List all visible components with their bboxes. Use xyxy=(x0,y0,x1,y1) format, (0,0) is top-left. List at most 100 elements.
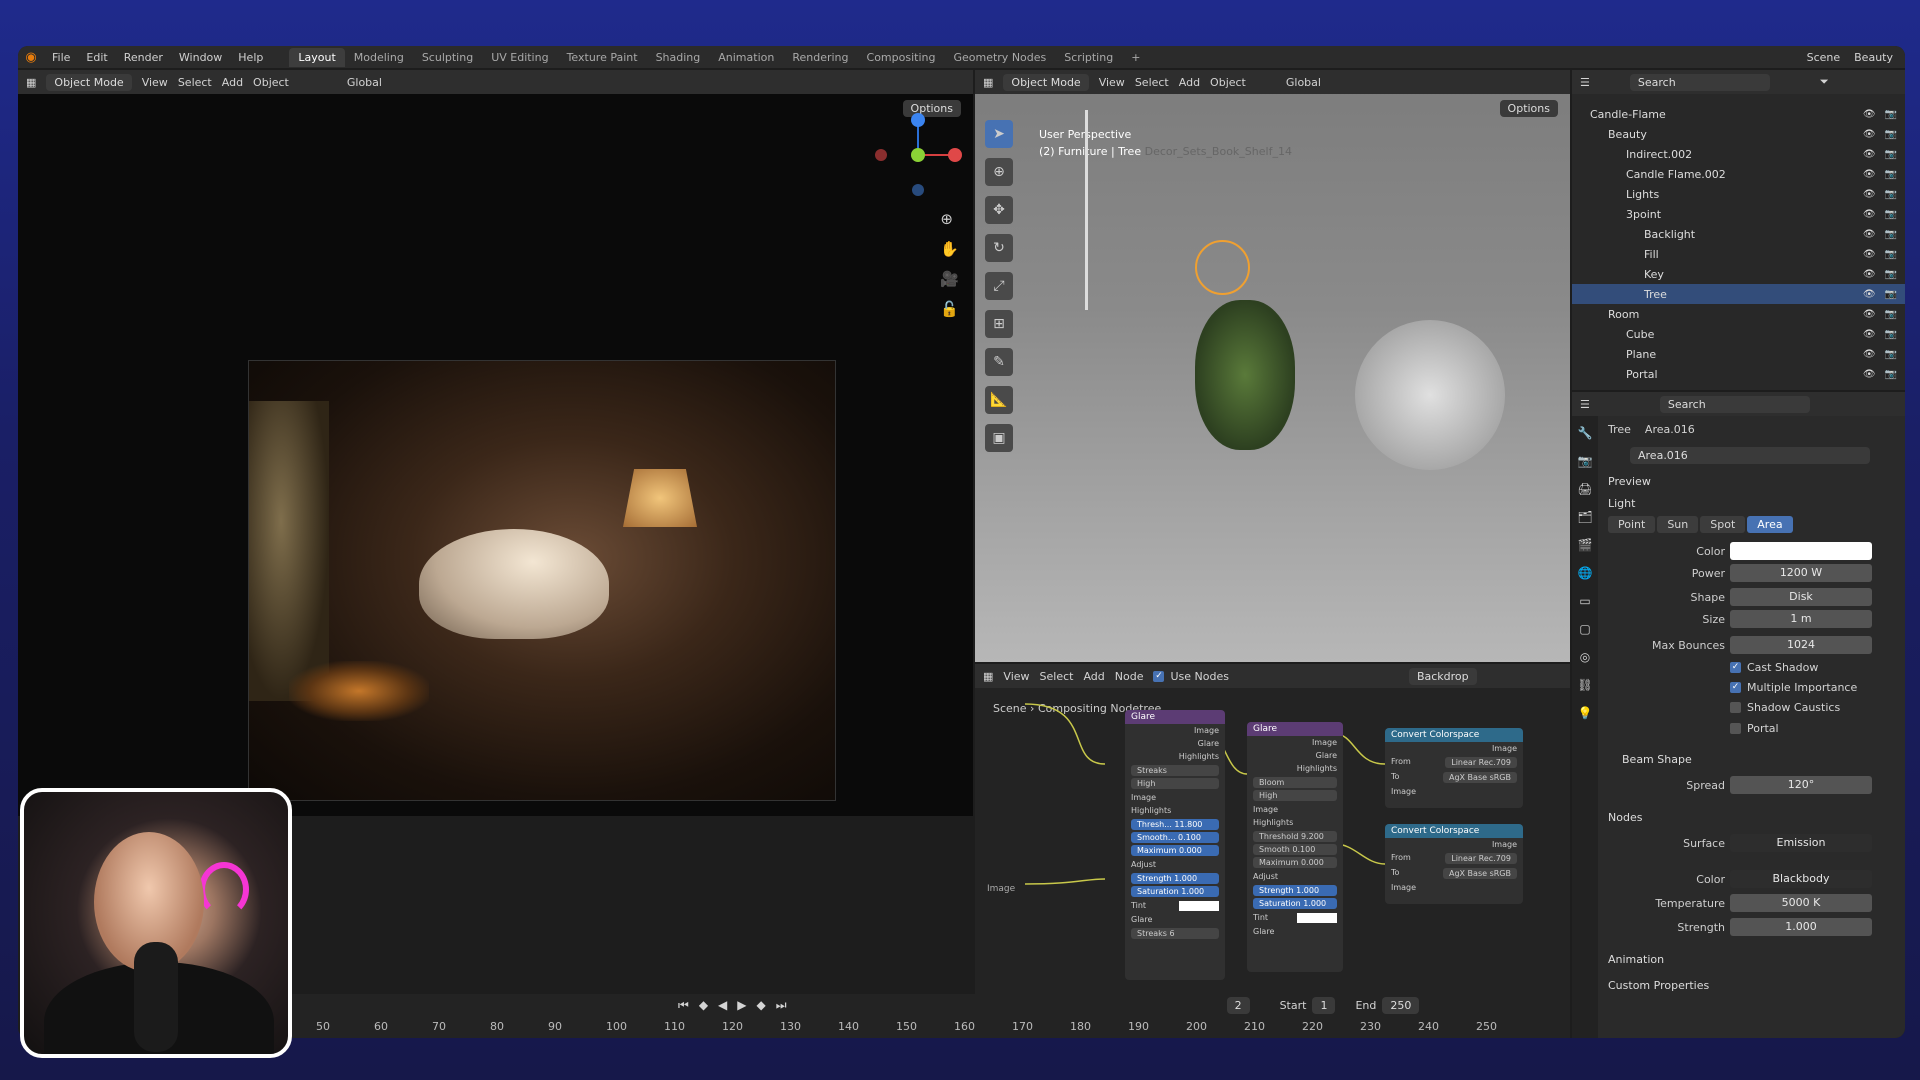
scale-tool-icon[interactable]: ⤢ xyxy=(985,272,1013,300)
outliner-row[interactable]: 3point 👁 📷 xyxy=(1572,204,1905,224)
to-dropdown[interactable]: AgX Base sRGB xyxy=(1442,868,1517,879)
orientation-dropdown[interactable]: Global xyxy=(1286,76,1321,89)
view-layer-tab-icon[interactable]: 🗂 xyxy=(1577,510,1592,524)
multiple-importance-checkbox[interactable]: ✓ xyxy=(1730,681,1741,693)
collection-tab-icon[interactable]: ▭ xyxy=(1579,594,1590,608)
highlights-section[interactable]: Highlights xyxy=(1131,806,1171,815)
render-viewport[interactable]: ▦ Object Mode View Select Add Object Glo… xyxy=(18,70,973,816)
light-type-area[interactable]: Area xyxy=(1747,516,1793,533)
physics-tab-icon[interactable]: ◎ xyxy=(1580,650,1590,664)
options-button[interactable]: Options xyxy=(1499,100,1558,117)
editor-type-icon[interactable]: ▦ xyxy=(26,76,36,89)
maximum-field[interactable]: Maximum 0.000 xyxy=(1131,845,1219,856)
visibility-icon[interactable]: 👁 xyxy=(1863,109,1876,120)
outliner-row[interactable]: Portal 👁 📷 xyxy=(1572,364,1905,384)
visibility-icon[interactable]: 👁 xyxy=(1863,289,1876,300)
visibility-icon[interactable]: 👁 xyxy=(1863,169,1876,180)
glare-node-streaks[interactable]: Glare Image Glare Highlights Streaks Hig… xyxy=(1125,710,1225,980)
mode-dropdown[interactable]: Object Mode xyxy=(46,73,132,91)
smooth-field[interactable]: Smooth 0.100 xyxy=(1253,844,1337,855)
mode-dropdown[interactable]: Object Mode xyxy=(1003,73,1089,91)
properties-editor[interactable]: ☰ Search 🔧 📷 🖨 🗂 🎬 🌐 ▭ ▢ ◎ ⛓ 💡 Tree Area.… xyxy=(1572,392,1905,1038)
current-frame-field[interactable]: 2 xyxy=(1226,996,1250,1014)
socket-image-in[interactable]: Image xyxy=(1253,805,1278,814)
tab-shading[interactable]: Shading xyxy=(647,48,710,67)
light-type-sun[interactable]: Sun xyxy=(1657,516,1699,533)
outliner-row[interactable]: Indirect.002 👁 📷 xyxy=(1572,144,1905,164)
tab-geometry-nodes[interactable]: Geometry Nodes xyxy=(944,48,1055,67)
add-workspace-icon[interactable]: + xyxy=(1122,48,1149,67)
menu-object[interactable]: Object xyxy=(253,76,289,89)
render-camera-icon[interactable]: 📷 xyxy=(1885,189,1897,200)
rotate-tool-icon[interactable]: ↻ xyxy=(985,234,1013,262)
glare-section[interactable]: Glare xyxy=(1131,915,1152,924)
socket-image-out[interactable]: Image xyxy=(1492,744,1517,753)
view-layer-selector[interactable]: Beauty xyxy=(1854,51,1893,64)
menu-window[interactable]: Window xyxy=(171,51,230,64)
world-tab-icon[interactable]: 🌐 xyxy=(1578,566,1593,580)
visibility-icon[interactable]: 👁 xyxy=(1863,249,1876,260)
threshold-field[interactable]: Threshold 9.200 xyxy=(1253,831,1337,842)
glare-section[interactable]: Glare xyxy=(1253,927,1274,936)
render-camera-icon[interactable]: 📷 xyxy=(1885,289,1897,300)
jump-end-icon[interactable]: ⏭ xyxy=(776,998,787,1013)
render-camera-icon[interactable]: 📷 xyxy=(1885,149,1897,160)
render-camera-icon[interactable]: 📷 xyxy=(1885,209,1897,220)
from-dropdown[interactable]: Linear Rec.709 xyxy=(1445,757,1517,768)
visibility-icon[interactable]: 👁 xyxy=(1863,349,1876,360)
quality-dropdown[interactable]: High xyxy=(1253,790,1337,801)
node-color-input[interactable]: Blackbody xyxy=(1730,870,1872,888)
socket-glare-out[interactable]: Glare xyxy=(1316,751,1337,760)
render-tab-icon[interactable]: 📷 xyxy=(1578,454,1593,468)
filter-icon[interactable]: ⏷ xyxy=(1820,75,1829,89)
render-camera-icon[interactable]: 📷 xyxy=(1885,349,1897,360)
orientation-dropdown[interactable]: Global xyxy=(347,76,382,89)
play-icon[interactable]: ▶ xyxy=(737,998,746,1013)
custom-properties-panel-header[interactable]: Custom Properties xyxy=(1608,979,1709,992)
output-tab-icon[interactable]: 🖨 xyxy=(1577,482,1592,496)
outliner-row[interactable]: Cube 👁 📷 xyxy=(1572,324,1905,344)
socket-glare-out[interactable]: Glare xyxy=(1198,739,1219,748)
outliner-row[interactable]: Fill 👁 📷 xyxy=(1572,244,1905,264)
next-keyframe-icon[interactable]: ◆ xyxy=(757,998,766,1013)
socket-highlights-out[interactable]: Highlights xyxy=(1179,752,1219,761)
jump-start-icon[interactable]: ⏮ xyxy=(678,998,689,1013)
visibility-icon[interactable]: 👁 xyxy=(1863,369,1876,380)
adjust-section[interactable]: Adjust xyxy=(1253,872,1278,881)
tab-layout[interactable]: Layout xyxy=(289,47,345,67)
smooth-field[interactable]: Smooth... 0.100 xyxy=(1131,832,1219,843)
light-datablock-field[interactable]: Area.016 xyxy=(1630,446,1870,464)
lock-icon[interactable]: 🔓 xyxy=(940,300,959,318)
cursor-tool-icon[interactable]: ⊕ xyxy=(985,158,1013,186)
portal-checkbox[interactable] xyxy=(1730,722,1741,734)
outliner-row[interactable]: Key 👁 📷 xyxy=(1572,264,1905,284)
quality-dropdown[interactable]: High xyxy=(1131,778,1219,789)
camera-icon[interactable]: 🎥 xyxy=(940,270,959,288)
visibility-icon[interactable]: 👁 xyxy=(1863,229,1876,240)
outliner-search[interactable]: Search xyxy=(1629,73,1770,91)
max-bounces-field[interactable]: 1024 xyxy=(1730,636,1872,654)
timeline[interactable]: ⏮ ◆ ◀ ▶ ◆ ⏭ 2 Start 1 End 250 4050607080… xyxy=(248,994,1570,1038)
outliner-row[interactable]: Plane 👁 📷 xyxy=(1572,344,1905,364)
from-dropdown[interactable]: Linear Rec.709 xyxy=(1445,853,1517,864)
glare-node-bloom[interactable]: Glare Image Glare Highlights Bloom High … xyxy=(1247,722,1343,972)
socket-image-in[interactable]: Image xyxy=(1131,793,1156,802)
annotate-tool-icon[interactable]: ✎ xyxy=(985,348,1013,376)
outliner-row[interactable]: Beauty 👁 📷 xyxy=(1572,124,1905,144)
preview-panel-header[interactable]: Preview xyxy=(1608,475,1651,488)
navigation-gizmo[interactable] xyxy=(873,110,963,200)
play-reverse-icon[interactable]: ◀ xyxy=(718,998,727,1013)
editor-type-icon[interactable]: ☰ xyxy=(1580,398,1590,411)
tool-tab-icon[interactable]: 🔧 xyxy=(1578,426,1593,440)
visibility-icon[interactable]: 👁 xyxy=(1863,209,1876,220)
light-panel-header[interactable]: Light xyxy=(1608,497,1635,510)
saturation-field[interactable]: Saturation 1.000 xyxy=(1253,898,1337,909)
menu-help[interactable]: Help xyxy=(230,51,271,64)
outliner-row[interactable]: Lights 👁 📷 xyxy=(1572,184,1905,204)
visibility-icon[interactable]: 👁 xyxy=(1863,129,1876,140)
start-frame-field[interactable]: 1 xyxy=(1312,996,1336,1014)
render-camera-icon[interactable]: 📷 xyxy=(1885,369,1897,380)
socket-image-in[interactable]: Image xyxy=(1391,883,1416,892)
outliner-row[interactable]: Candle-Flame 👁 📷 xyxy=(1572,104,1905,124)
size-field[interactable]: 1 m xyxy=(1730,610,1872,628)
